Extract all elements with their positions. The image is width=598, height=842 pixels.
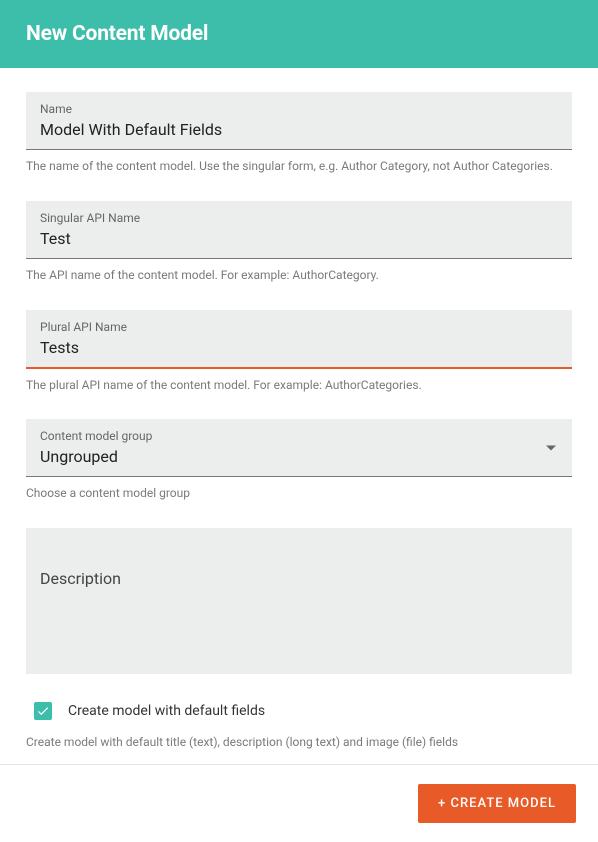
- description-textarea[interactable]: Description: [26, 528, 572, 674]
- plural-input[interactable]: [40, 336, 558, 359]
- description-field-group: Description: [26, 528, 572, 674]
- singular-input[interactable]: [40, 227, 558, 250]
- dialog-header: New Content Model: [0, 0, 598, 68]
- name-label: Name: [40, 102, 558, 116]
- default-fields-label: Create model with default fields: [68, 703, 265, 719]
- group-help-text: Choose a content model group: [26, 485, 572, 502]
- plural-label: Plural API Name: [40, 320, 558, 334]
- dialog-title: New Content Model: [26, 22, 572, 46]
- default-fields-row: Create model with default fields: [26, 702, 572, 720]
- singular-label: Singular API Name: [40, 211, 558, 225]
- name-input-container[interactable]: Name: [26, 92, 572, 150]
- group-value: Ungrouped: [40, 445, 558, 468]
- dialog-content: Name The name of the content model. Use …: [0, 68, 598, 751]
- singular-help-text: The API name of the content model. For e…: [26, 267, 572, 284]
- name-field-group: Name The name of the content model. Use …: [26, 92, 572, 175]
- group-field-group: Content model group Ungrouped Choose a c…: [26, 419, 572, 502]
- chevron-down-icon: [546, 445, 556, 450]
- create-model-button[interactable]: + CREATE MODEL: [418, 784, 576, 823]
- name-input[interactable]: [40, 118, 558, 141]
- dialog-footer: + CREATE MODEL: [0, 764, 598, 842]
- group-label: Content model group: [40, 429, 558, 443]
- singular-field-group: Singular API Name The API name of the co…: [26, 201, 572, 284]
- plural-field-group: Plural API Name The plural API name of t…: [26, 310, 572, 394]
- default-fields-help: Create model with default title (text), …: [26, 734, 572, 751]
- group-select[interactable]: Content model group Ungrouped: [26, 419, 572, 477]
- plural-help-text: The plural API name of the content model…: [26, 377, 572, 394]
- singular-input-container[interactable]: Singular API Name: [26, 201, 572, 259]
- name-help-text: The name of the content model. Use the s…: [26, 158, 572, 175]
- check-icon: [36, 704, 50, 718]
- plural-input-container[interactable]: Plural API Name: [26, 310, 572, 369]
- default-fields-checkbox[interactable]: [34, 702, 52, 720]
- description-label: Description: [40, 569, 121, 588]
